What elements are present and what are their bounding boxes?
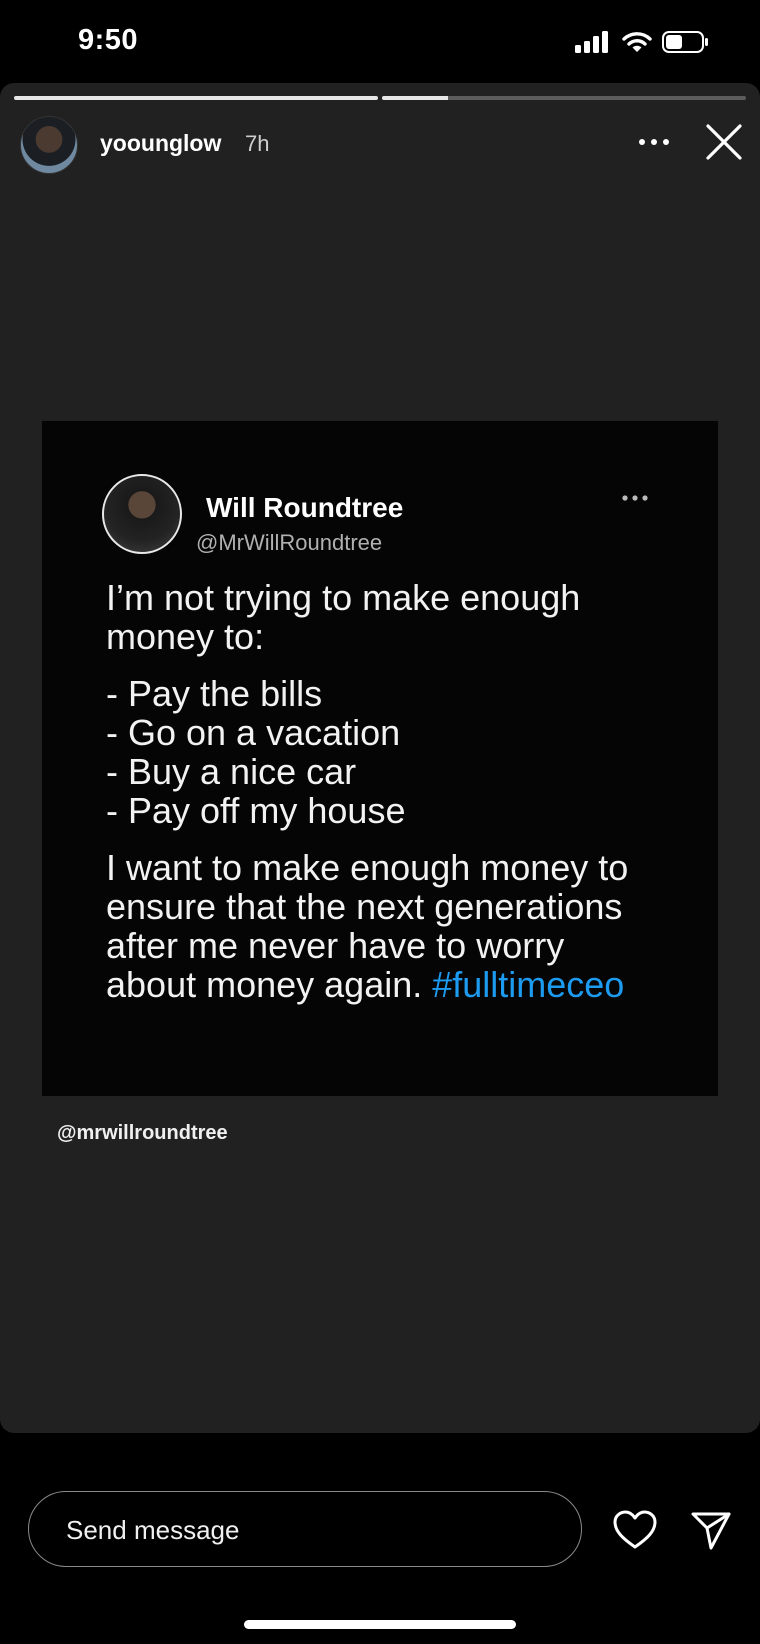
tweet-line: I want to make enough money to	[106, 847, 629, 888]
tweet-list: - Pay the bills - Go on a vacation - Buy…	[106, 674, 686, 830]
story-username[interactable]: yoounglow	[100, 130, 221, 157]
signal-icon	[575, 31, 608, 53]
home-indicator[interactable]	[244, 1620, 516, 1629]
battery-icon	[662, 31, 708, 53]
tweet-hashtag: #fulltimeceo	[432, 964, 625, 1005]
tweet-list-item: - Pay the bills	[106, 673, 323, 714]
send-message-placeholder: Send message	[66, 1515, 240, 1545]
story-progress-segment-1	[14, 96, 378, 100]
tweet-paragraph-2: I want to make enough money to ensure th…	[106, 848, 686, 1004]
tweet-author-name: Will Roundtree	[206, 492, 404, 523]
wifi-icon	[622, 32, 652, 52]
avatar[interactable]	[20, 116, 78, 174]
send-icon[interactable]	[688, 1508, 734, 1552]
tweet-line: after me never have to worry	[106, 925, 565, 966]
tweet-line: money to:	[106, 616, 265, 657]
tweet-list-item: - Go on a vacation	[106, 712, 401, 753]
tweet-avatar	[102, 474, 182, 554]
tweet-line: ensure that the next generations	[106, 886, 623, 927]
story-time-ago: 7h	[245, 131, 270, 156]
tweet-more-icon	[622, 495, 648, 501]
tweet-line-text: about money again.	[106, 964, 433, 1005]
tweet-paragraph-1: I’m not trying to make enough money to:	[106, 578, 686, 656]
tweet-author-handle: @MrWillRoundtree	[196, 530, 383, 555]
tweet-list-item: - Pay off my house	[106, 790, 406, 831]
tweet-line: I’m not trying to make enough	[106, 577, 581, 618]
story-progress-segment-2	[382, 96, 746, 100]
status-time: 9:50	[78, 24, 139, 56]
more-icon[interactable]	[636, 130, 672, 154]
tweet-line-last: about money again. #fulltimeceo	[106, 965, 686, 1004]
tweet-list-item: - Buy a nice car	[106, 751, 357, 792]
mention-sticker[interactable]: @mrwillroundtree	[57, 1122, 228, 1145]
close-icon[interactable]	[702, 120, 746, 164]
heart-icon[interactable]	[612, 1508, 658, 1552]
tweet-body: I’m not trying to make enough money to: …	[106, 578, 686, 1022]
